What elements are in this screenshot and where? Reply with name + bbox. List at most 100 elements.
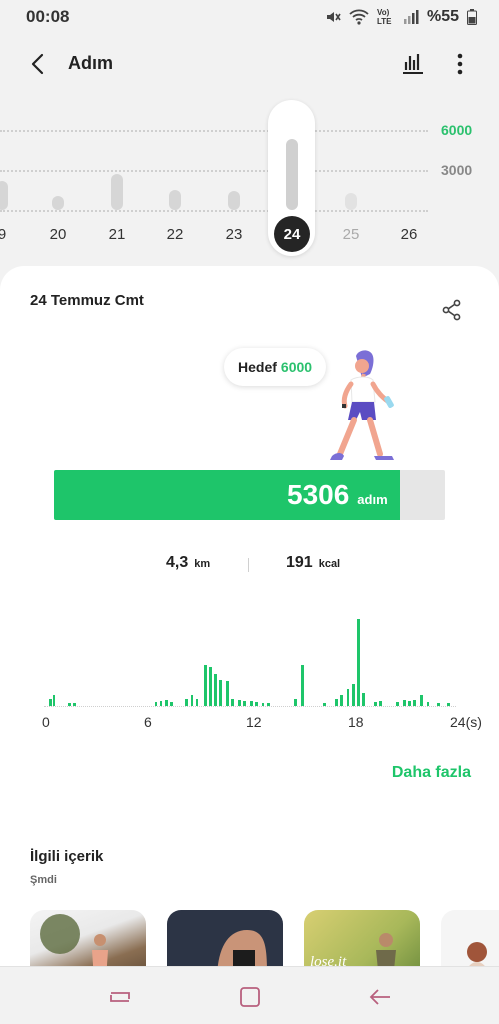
hourly-bar	[420, 694, 423, 706]
hourly-bar	[294, 698, 297, 706]
hourly-bar	[379, 701, 382, 706]
hourly-bar	[261, 703, 265, 706]
hourly-bar	[352, 683, 355, 706]
more-options-icon[interactable]	[450, 50, 470, 78]
day-bar-9[interactable]	[0, 180, 8, 210]
lte-label: Vo) LTE	[376, 8, 392, 26]
share-icon[interactable]	[440, 298, 464, 322]
daily-steps-chart[interactable]: 6000 3000 9 20 21 22 23 24 25 26	[0, 96, 499, 266]
hourly-bar	[335, 698, 338, 706]
hourly-bar	[340, 694, 343, 706]
hourly-bar	[159, 701, 163, 706]
hourly-bar	[209, 667, 212, 706]
hourly-bar	[73, 703, 76, 706]
walking-woman-illustration	[330, 350, 394, 460]
grid-label-6000: 6000	[441, 122, 473, 138]
page-title: Adım	[68, 53, 113, 73]
stats-row: 4,3 km 191 kcal	[0, 554, 499, 578]
steps-progress-fill: 5306 adım	[54, 470, 400, 520]
hourly-bar	[396, 702, 399, 706]
calories-unit: kcal	[318, 558, 341, 570]
gridline-6000	[0, 130, 428, 132]
battery-icon	[467, 9, 477, 25]
hourly-bar	[49, 698, 52, 706]
hourly-bar	[323, 703, 326, 706]
person-image	[466, 942, 488, 970]
hourly-bar	[413, 699, 416, 706]
hourly-tick-label: 24(s)	[450, 714, 482, 730]
hourly-bar	[170, 702, 173, 706]
hourly-bar	[426, 702, 430, 706]
hourly-bar	[204, 664, 207, 706]
battery-percent: %55	[426, 8, 459, 25]
related-thumb-3[interactable]: lose.it	[304, 910, 420, 970]
hourly-bar	[267, 703, 270, 706]
related-content-carousel[interactable]: lose.it	[0, 910, 499, 970]
day-label-21[interactable]: 21	[102, 226, 132, 243]
hourly-bar	[165, 700, 168, 706]
hourly-bar	[437, 703, 440, 706]
hourly-bar	[374, 702, 377, 706]
hourly-bar	[408, 701, 411, 706]
mute-icon	[326, 12, 341, 22]
home-icon[interactable]	[236, 983, 264, 1011]
hourly-bar	[250, 701, 253, 706]
steps-unit: adım	[357, 491, 388, 507]
distance-unit: km	[194, 558, 211, 570]
related-content-subtitle: Şmdi	[30, 874, 57, 886]
calories-value: 191	[286, 554, 313, 571]
recent-apps-icon[interactable]	[106, 983, 134, 1011]
hourly-bar	[219, 680, 222, 706]
day-bar-24[interactable]	[286, 139, 298, 210]
back-nav-icon[interactable]	[366, 983, 394, 1011]
hourly-bar	[231, 698, 234, 706]
bar-chart-icon[interactable]	[400, 50, 426, 76]
hourly-bar	[238, 700, 241, 706]
day-label-24[interactable]: 24	[274, 216, 310, 252]
calories-stat: 191 kcal	[286, 554, 340, 572]
day-label-20[interactable]: 20	[43, 226, 73, 243]
goal-value: 6000	[280, 359, 313, 375]
day-bar-22[interactable]	[169, 190, 181, 210]
related-thumb-4[interactable]	[441, 910, 499, 970]
gridline-3000	[0, 170, 428, 172]
hourly-bar	[185, 698, 188, 706]
hourly-bar	[301, 664, 304, 706]
hourly-bar	[357, 618, 360, 706]
day-label-9[interactable]: 9	[0, 226, 17, 243]
related-thumb-1[interactable]	[30, 910, 146, 970]
hourly-tick-label: 18	[348, 714, 364, 730]
status-icons: Vo) LTE %55	[325, 8, 477, 26]
hourly-baseline	[44, 706, 456, 707]
hourly-bar	[68, 703, 71, 706]
steps-progress-bar: 5306 adım	[54, 470, 445, 520]
day-bar-25[interactable]	[345, 192, 357, 210]
hourly-bar	[195, 698, 199, 706]
signal-icon	[403, 10, 419, 24]
day-bar-20[interactable]	[52, 196, 64, 210]
more-link[interactable]: Daha fazla	[392, 764, 471, 782]
hourly-bar	[226, 681, 229, 706]
day-label-22[interactable]: 22	[160, 226, 190, 243]
fitness-image	[217, 930, 267, 970]
gridline-0	[0, 210, 428, 212]
hourly-bar	[403, 700, 406, 706]
day-label-26[interactable]: 26	[394, 226, 424, 243]
related-content-title: İlgili içerik	[30, 848, 104, 865]
steps-count: 5306	[287, 479, 350, 510]
stats-divider	[248, 558, 249, 572]
hourly-bar	[214, 673, 217, 706]
back-arrow-icon[interactable]	[26, 52, 50, 76]
related-thumb-2[interactable]	[167, 910, 283, 970]
goal-label: Hedef	[238, 359, 277, 375]
day-bar-21[interactable]	[111, 174, 123, 210]
hourly-bar	[190, 694, 193, 706]
hourly-bar	[52, 694, 56, 706]
loseit-image: lose.it	[310, 933, 396, 970]
day-label-25[interactable]: 25	[336, 226, 366, 243]
date-title: 24 Temmuz Cmt	[30, 292, 144, 309]
system-nav-bar	[0, 966, 499, 1024]
day-bar-23[interactable]	[228, 191, 240, 210]
day-label-23[interactable]: 23	[219, 226, 249, 243]
goal-bubble: Hedef 6000	[224, 348, 327, 386]
